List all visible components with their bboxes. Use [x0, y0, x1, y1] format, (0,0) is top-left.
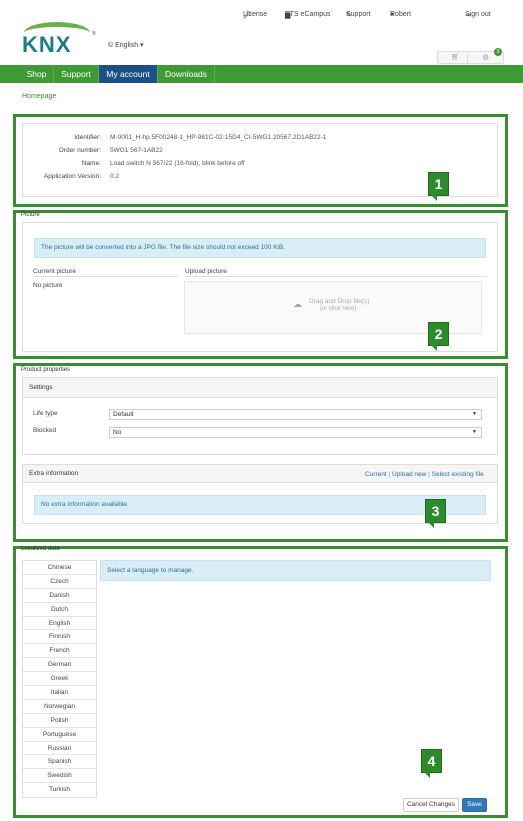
life-type-label: Life type — [33, 410, 58, 417]
app-version-label: Application Version: — [43, 173, 101, 180]
chevron-down-icon: ▾ — [140, 42, 144, 49]
ets-ecampus-label: ETS eCampus — [285, 11, 331, 18]
sign-out-icon: ⇥ — [465, 12, 471, 19]
separator: | — [388, 471, 391, 478]
language-item-polish[interactable]: Polish — [23, 713, 96, 728]
chevron-down-icon: ▼ — [472, 411, 477, 417]
name-value: Load switch N 567/22 (16-fold), blink be… — [110, 160, 245, 167]
upload-cloud-icon: ☁ — [293, 299, 302, 309]
language-item-swedish[interactable]: Swedish — [23, 769, 96, 784]
user-label: Robert — [390, 11, 412, 18]
current-picture-label: Current picture — [33, 268, 76, 275]
logo-registered: ® — [92, 31, 96, 37]
identifier-value: M-0001_H-hp.5F00248-1_HP-981C-02-15D4_CI… — [110, 134, 327, 141]
separator: | — [428, 471, 430, 478]
nav-shop[interactable]: Shop — [20, 65, 54, 83]
localized-section-title: Localized data — [21, 546, 60, 552]
language-item-spanish[interactable]: Spanish — [23, 755, 96, 770]
name-label: Name: — [81, 160, 101, 167]
nav-support[interactable]: Support — [54, 65, 99, 83]
language-item-german[interactable]: German — [23, 658, 96, 673]
identifier-label: Identifier: — [74, 134, 101, 141]
language-list: Chinese Czech Danish Dutch English Finnish Fre… — [22, 560, 97, 799]
language-item-dutch[interactable]: Dutch — [23, 602, 96, 617]
callout-4: 4 — [421, 749, 442, 778]
blocked-value: No — [113, 429, 122, 436]
main-nav: Shop Support My account Downloads — [0, 65, 523, 83]
language-item-italian[interactable]: Italian — [23, 686, 96, 700]
cancel-changes-button[interactable]: Cancel Changes — [403, 798, 459, 812]
select-existing-link[interactable]: Select existing file — [432, 471, 484, 478]
product-info-panel: Identifier: M-0001_H-hp.5F00248-1_HP-981… — [22, 123, 498, 197]
callout-3: 3 — [425, 499, 446, 528]
globe-small-icon: © — [108, 42, 114, 49]
logo-text: KNX — [22, 32, 72, 57]
language-item-turkish[interactable]: Turkish — [23, 783, 96, 798]
picture-section-title: Picture — [21, 212, 40, 218]
language-item-french[interactable]: French — [23, 644, 96, 659]
language-label: English — [115, 42, 139, 49]
current-link[interactable]: Current — [365, 471, 387, 478]
chevron-down-icon: ▼ — [472, 429, 477, 435]
extra-info-alert: No extra information available. — [34, 495, 486, 515]
blocked-select[interactable]: No ▼ — [109, 427, 482, 438]
callout-1: 1 — [428, 172, 449, 201]
language-item-english[interactable]: English — [23, 616, 96, 631]
breadcrumb-home[interactable]: Homepage — [22, 93, 56, 100]
nav-my-account[interactable]: My account — [99, 65, 158, 83]
language-item-finnish[interactable]: Finnish — [23, 630, 96, 645]
callout-2: 2 — [428, 322, 449, 351]
settings-header: Settings — [23, 378, 497, 398]
localized-info-alert: Select a language to manage. — [100, 560, 491, 581]
current-picture-divider — [33, 276, 178, 277]
cart-icon: 🛒︎ — [451, 54, 460, 61]
picture-panel: The picture will be converted into a JPG… — [22, 222, 498, 352]
extra-info-links: Current | Upload new | Select existing f… — [365, 471, 484, 478]
support-label: Support — [346, 11, 371, 18]
top-header: KNX ® © English ▾ 🔑︎ License ▆ ETS eCamp… — [0, 0, 523, 64]
save-button[interactable]: Save — [462, 798, 487, 812]
language-item-greek[interactable]: Greek — [23, 672, 96, 687]
blocked-label: Blocked — [33, 427, 57, 434]
picture-info-alert: The picture will be converted into a JPG… — [34, 238, 486, 258]
life-type-select[interactable]: Default ▼ — [109, 409, 482, 420]
language-item-norwegian[interactable]: Norwegian — [23, 699, 96, 714]
license-label: License — [243, 11, 268, 18]
knx-logo[interactable]: KNX ® — [20, 22, 100, 57]
life-type-value: Default — [113, 411, 134, 418]
language-selector[interactable]: © English ▾ — [108, 41, 144, 49]
dropzone-subtext: (or click here) — [320, 306, 357, 312]
no-picture-text: No picture — [33, 282, 63, 289]
language-item-russian[interactable]: Russian — [23, 741, 96, 756]
upload-picture-label: Upload picture — [185, 268, 227, 275]
language-item-chinese[interactable]: Chinese — [23, 561, 96, 575]
settings-panel: Settings Life type Default ▼ Blocked No … — [22, 377, 498, 455]
order-number-label: Order number: — [58, 147, 101, 154]
upload-picture-divider — [185, 276, 487, 277]
nav-downloads[interactable]: Downloads — [158, 65, 215, 83]
language-item-danish[interactable]: Danish — [23, 588, 96, 603]
properties-section-title: Product properties — [21, 367, 71, 373]
globe-icon: ◍ — [482, 54, 489, 61]
cart-badge: 0 — [494, 48, 502, 56]
order-number-value: 5WG1 567-1AB22 — [110, 147, 163, 154]
language-item-portuguese[interactable]: Portuguese — [23, 727, 96, 742]
language-item-czech[interactable]: Czech — [23, 574, 96, 589]
upload-new-link[interactable]: Upload new — [392, 471, 426, 478]
app-version-value: 0.2 — [110, 173, 120, 180]
dropzone-text: Drag and Drop file(s) — [309, 298, 370, 305]
